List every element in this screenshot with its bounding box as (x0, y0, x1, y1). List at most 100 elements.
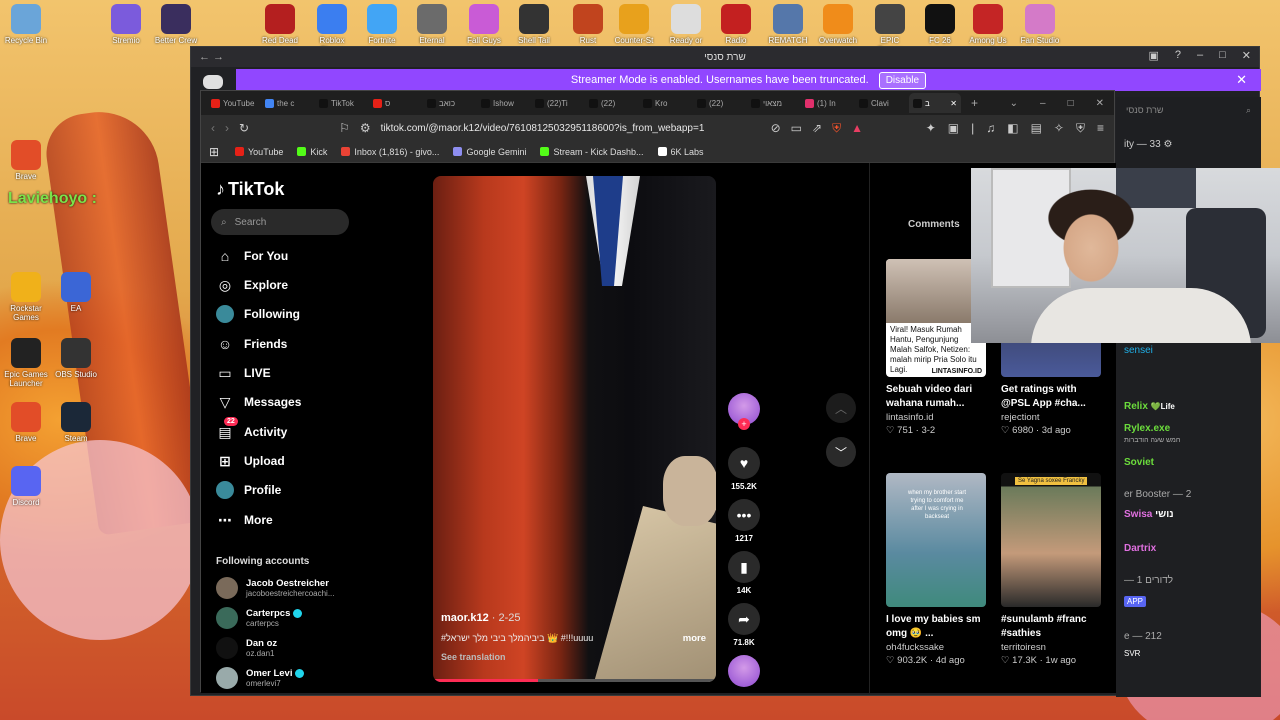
no-camera-icon[interactable]: ⊘ (771, 121, 781, 135)
nav-activity[interactable]: ▤ 22 Activity (216, 417, 287, 441)
card-author[interactable]: territoiresn (1001, 642, 1101, 653)
nav-upload[interactable]: ⊞ Upload (216, 452, 285, 470)
member-name[interactable]: Dartrix (1124, 543, 1156, 554)
apps-icon[interactable]: ⊞ (209, 145, 219, 159)
browser-tab[interactable]: (22) (585, 93, 637, 113)
maximize-icon[interactable]: □ (1068, 98, 1074, 109)
close-banner-icon[interactable]: ✕ (1236, 72, 1247, 88)
nav-explore[interactable]: ◎ Explore (216, 276, 288, 294)
search-input[interactable]: ⌕ Search (211, 209, 349, 235)
rewards-icon[interactable]: ▲ (851, 121, 863, 135)
url-field[interactable]: tiktok.com/@maor.k12/video/7610812503295… (381, 123, 741, 134)
cast-icon[interactable]: ▭ (791, 121, 802, 135)
desktop-icon[interactable]: Shell Tail (512, 0, 556, 45)
browser-tab[interactable]: the c (261, 93, 313, 113)
menu-icon[interactable]: ≡ (1097, 121, 1104, 136)
desktop-icon[interactable]: Counter-St (612, 0, 656, 45)
nav-for-you[interactable]: ⌂ For You (216, 247, 288, 265)
desktop-icon[interactable]: Steam (54, 398, 98, 443)
bookmark-item[interactable]: Inbox (1,816) - givo... (341, 147, 439, 157)
member-name[interactable]: sensei (1124, 345, 1153, 356)
help-icon[interactable]: ? (1175, 49, 1181, 62)
nav-following[interactable]: Following (216, 305, 300, 323)
heart-icon[interactable]: ♥ (728, 447, 760, 479)
desktop-icon[interactable]: Among Us (966, 0, 1010, 45)
related-video-card[interactable]: when my brother start trying to comfort … (886, 473, 986, 666)
tab-list-icon[interactable]: ⌄ (1010, 98, 1018, 109)
desktop-icon[interactable]: Epic Games Launcher (4, 334, 48, 388)
desktop-icon[interactable]: Rust (566, 0, 610, 45)
browser-tab[interactable]: TikTok (315, 93, 367, 113)
wallet-icon[interactable]: ▤ (1031, 121, 1042, 136)
desktop-icon[interactable]: Radio (714, 0, 758, 45)
desktop-icon[interactable]: Overwatch (816, 0, 860, 45)
desktop-icon[interactable]: Stremio (104, 0, 148, 45)
vpn-icon[interactable]: ⛨ (1076, 121, 1085, 136)
desktop-icon[interactable]: OBS Studio (54, 334, 98, 379)
card-author[interactable]: lintasinfo.id (886, 412, 986, 423)
site-info-icon[interactable]: ⚙ (360, 121, 371, 135)
related-video-card[interactable]: Se Yagna soxee Francky #sunulamb #franc … (1001, 473, 1101, 666)
browser-tab[interactable]: מצאוי (747, 93, 799, 113)
followed-account[interactable]: Omer Levi omerlevi7 (216, 667, 305, 689)
close-tab-icon[interactable]: ✕ (950, 99, 957, 108)
browser-tab[interactable]: (22)Ti (531, 93, 583, 113)
chevron-down-icon[interactable]: ﹀ (826, 437, 856, 467)
desktop-icon[interactable]: Recycle Bin (4, 0, 48, 45)
desktop-icon[interactable]: Discord (4, 462, 48, 507)
video-progress-bar[interactable] (433, 679, 716, 682)
browser-tab[interactable]: Kro (639, 93, 691, 113)
desktop-icon[interactable]: REMATCH (766, 0, 810, 45)
browser-tab[interactable]: Ishow (477, 93, 529, 113)
card-title[interactable]: Get ratings with @PSL App #cha... (1001, 383, 1101, 411)
close-icon[interactable]: ✕ (1096, 98, 1104, 109)
inbox-icon[interactable]: ▣ (1148, 49, 1158, 62)
followed-account[interactable]: Carterpcs carterpcs (216, 607, 303, 629)
share-icon[interactable]: ➦ (728, 603, 760, 635)
back-forward-icon[interactable]: ← → (199, 51, 224, 63)
video-author[interactable]: maor.k12 · 2-25 (441, 612, 521, 624)
followed-account[interactable]: Jacob Oestreicher jacoboestreichercoachi.… (216, 577, 335, 599)
nav-more[interactable]: ⋯ More (216, 511, 273, 529)
video-player[interactable]: maor.k12 · 2-25 #ביביהמלך ביבי מלך ישראל… (433, 176, 716, 682)
bookmark-icon[interactable]: ⚐ (339, 121, 350, 135)
member-name[interactable]: Rylex.exe (1124, 423, 1170, 434)
desktop-icon[interactable]: Ready or (664, 0, 708, 45)
desktop-icon[interactable]: Rockstar Games (4, 268, 48, 322)
bookmark-item[interactable]: YouTube (235, 147, 283, 157)
sound-disc-icon[interactable] (728, 655, 760, 687)
card-title[interactable]: #sunulamb #franc #sathies (1001, 613, 1101, 641)
comment-icon[interactable]: ••• (728, 499, 760, 531)
new-tab-icon[interactable]: + (971, 96, 978, 110)
server-search[interactable]: שרת סנסי ⌕ (1122, 101, 1255, 119)
bookmark-item[interactable]: Kick (297, 147, 327, 157)
bookmark-icon[interactable]: ▮ (728, 551, 760, 583)
close-icon[interactable]: ✕ (1242, 49, 1251, 62)
browser-tab[interactable]: Clavi (855, 93, 907, 113)
bookmark-item[interactable]: 6K Labs (657, 147, 704, 157)
author-name[interactable]: maor.k12 (441, 612, 489, 624)
brave-shield-icon[interactable]: ⛨ (832, 121, 841, 136)
maximize-icon[interactable]: □ (1219, 49, 1226, 62)
desktop-icon[interactable]: Eternal (410, 0, 454, 45)
more-button[interactable]: more (683, 633, 706, 644)
browser-tab[interactable]: כואב (423, 93, 475, 113)
disable-streamer-button[interactable]: Disable (878, 71, 927, 89)
nav-friends[interactable]: ☺ Friends (216, 335, 288, 353)
browser-tab[interactable]: ס (369, 93, 421, 113)
desktop-icon[interactable]: Better Crew (154, 0, 198, 45)
browser-tab[interactable]: YouTube (207, 93, 259, 113)
desktop-icon[interactable]: FC 26 (918, 0, 962, 45)
nav-live[interactable]: ▭ LIVE (216, 364, 270, 382)
leo-icon[interactable]: ✧ (1054, 121, 1064, 136)
chevron-up-icon[interactable]: ︿ (826, 393, 856, 423)
minimize-icon[interactable]: – (1197, 49, 1203, 62)
extensions-icon[interactable]: ✦ (926, 121, 936, 136)
tiktok-logo[interactable]: ♪ TikTok (216, 179, 284, 200)
tab-comments[interactable]: Comments (908, 219, 960, 230)
desktop-icon[interactable]: Brave (4, 398, 48, 443)
nav-profile[interactable]: Profile (216, 481, 281, 499)
member-name[interactable]: Soviet (1124, 457, 1154, 468)
card-author[interactable]: oh4fuckssake (886, 642, 986, 653)
screenshot-icon[interactable]: ▣ (948, 121, 959, 136)
